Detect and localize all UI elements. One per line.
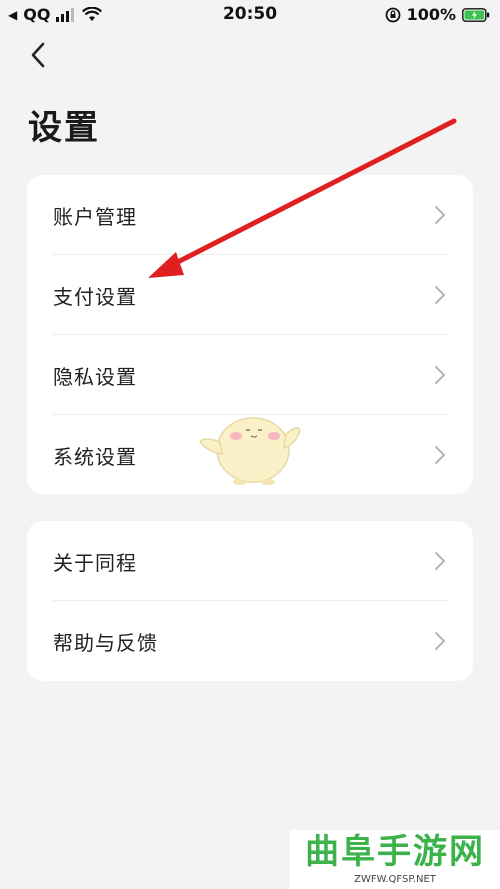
rotation-lock-icon [385, 7, 400, 22]
battery-percent: 100% [406, 5, 456, 24]
settings-item-payment-settings[interactable]: 支付设置 [27, 255, 473, 335]
back-chevron-icon [31, 42, 45, 68]
settings-item-help-feedback[interactable]: 帮助与反馈 [27, 601, 473, 681]
watermark-title: 曲阜手游网 [305, 832, 485, 872]
mascot-sticker [199, 417, 301, 485]
settings-item-label: 隐私设置 [53, 364, 137, 389]
status-bar-right: 100% [385, 5, 490, 24]
settings-item-account-management[interactable]: 账户管理 [27, 175, 473, 255]
battery-icon [462, 7, 490, 22]
back-button[interactable] [24, 40, 54, 70]
settings-group-about: 关于同程 帮助与反馈 [27, 521, 473, 681]
chevron-right-icon [435, 286, 445, 304]
settings-item-label: 帮助与反馈 [53, 630, 158, 655]
watermark: 曲阜手游网 ZWFW.QFSP.NET [290, 830, 500, 889]
chevron-right-icon [435, 446, 445, 464]
chevron-right-icon [435, 632, 445, 650]
settings-item-label: 账户管理 [53, 204, 137, 229]
page-title: 设置 [28, 108, 100, 148]
chevron-right-icon [435, 366, 445, 384]
chevron-right-icon [435, 206, 445, 224]
settings-item-label: 支付设置 [53, 284, 137, 309]
settings-item-about[interactable]: 关于同程 [27, 521, 473, 601]
status-bar: ◀ QQ 20:50 100% [0, 0, 500, 30]
settings-item-label: 系统设置 [53, 444, 137, 469]
chevron-right-icon [435, 552, 445, 570]
watermark-url: ZWFW.QFSP.NET [354, 874, 436, 885]
settings-item-label: 关于同程 [53, 550, 137, 575]
